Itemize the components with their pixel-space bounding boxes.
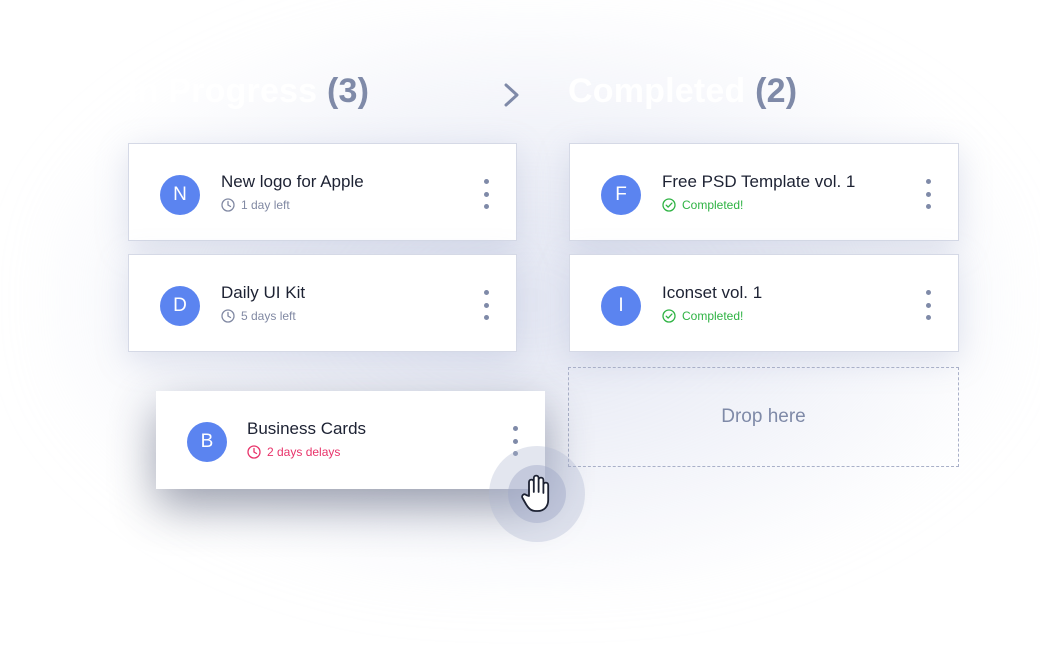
avatar: I [601, 286, 641, 326]
more-vertical-icon[interactable] [482, 179, 490, 209]
task-title: Free PSD Template vol. 1 [662, 172, 856, 191]
task-title: Iconset vol. 1 [662, 283, 763, 302]
task-title: New logo for Apple [221, 172, 364, 191]
drop-zone[interactable]: Drop here [568, 367, 959, 467]
column-count: (2) [755, 72, 798, 110]
avatar: N [160, 175, 200, 215]
more-vertical-icon[interactable] [924, 179, 932, 209]
task-status: 2 days delays [247, 445, 340, 459]
column-title-label: Completed [568, 72, 746, 110]
task-status-text: 5 days left [241, 309, 296, 323]
task-status-text: Completed! [682, 198, 744, 212]
chevron-right-icon [504, 83, 519, 107]
dragging-task-card[interactable]: B Business Cards 2 days delays [156, 391, 545, 489]
clock-icon [221, 309, 235, 323]
drop-zone-label: Drop here [721, 406, 806, 427]
grab-hand-icon [521, 474, 550, 512]
clock-icon [247, 445, 261, 459]
column-title-label: In Progress [128, 72, 318, 110]
more-vertical-icon[interactable] [924, 290, 932, 320]
avatar: D [160, 286, 200, 326]
check-circle-icon [662, 198, 676, 212]
column-title-completed: Completed (2) [568, 72, 797, 111]
task-card[interactable]: D Daily UI Kit 5 days left [128, 254, 517, 352]
task-card[interactable]: F Free PSD Template vol. 1 Completed! [569, 143, 959, 241]
task-status-text: Completed! [682, 309, 744, 323]
task-status: Completed! [662, 198, 743, 212]
avatar: B [187, 422, 227, 462]
task-card[interactable]: N New logo for Apple 1 day left [128, 143, 517, 241]
task-status: 1 day left [221, 198, 290, 212]
task-status-text: 2 days delays [267, 445, 341, 459]
task-card[interactable]: I Iconset vol. 1 Completed! [569, 254, 959, 352]
more-vertical-icon[interactable] [482, 290, 490, 320]
task-status: 5 days left [221, 309, 296, 323]
column-count: (3) [326, 72, 370, 110]
task-title: Daily UI Kit [221, 283, 306, 302]
task-title: Business Cards [247, 419, 367, 438]
column-title-in-progress: In Progress (3) [128, 72, 369, 111]
clock-icon [221, 198, 235, 212]
task-status: Completed! [662, 309, 743, 323]
task-status-text: 1 day left [241, 198, 290, 212]
check-circle-icon [662, 309, 676, 323]
avatar: F [601, 175, 641, 215]
